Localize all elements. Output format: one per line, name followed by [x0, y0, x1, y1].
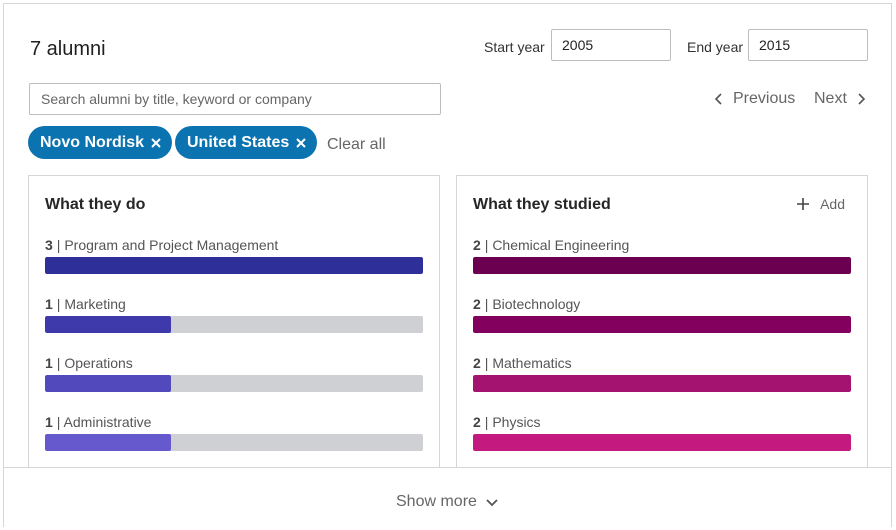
bar-label: | Physics: [484, 414, 541, 430]
bar-fill: [45, 257, 423, 274]
bar-track: [473, 375, 851, 392]
next-label: Next: [814, 90, 847, 107]
bar-track: [473, 434, 851, 451]
bar-track: [45, 257, 423, 274]
previous-label: Previous: [733, 90, 796, 107]
field-of-study-row[interactable]: 2 | Mathematics: [473, 354, 851, 392]
what-they-studied-card: What they studied Add 2 | Chemical Engine…: [456, 175, 868, 470]
previous-button[interactable]: Previous: [713, 90, 795, 108]
clear-all-button[interactable]: Clear all: [327, 136, 386, 154]
bar-track: [473, 316, 851, 333]
bar-fill: [45, 434, 171, 451]
bar-track: [473, 257, 851, 274]
bar-label: | Marketing: [56, 296, 126, 312]
job-function-row[interactable]: 1 | Operations: [45, 354, 423, 392]
bar-track: [45, 375, 423, 392]
bar-label: | Biotechnology: [484, 296, 581, 312]
bar-fill: [45, 375, 171, 392]
add-label: Add: [820, 196, 845, 212]
filter-chip-novo-nordisk[interactable]: Novo Nordisk: [28, 126, 173, 159]
bar-fill: [473, 257, 851, 274]
bar-count: 2: [473, 237, 481, 253]
end-year-label: End year: [687, 39, 744, 55]
bar-label: | Program and Project Management: [56, 237, 279, 253]
bar-fill: [473, 434, 851, 451]
bar-label: | Mathematics: [484, 355, 572, 371]
bar-count: 1: [45, 414, 53, 430]
plus-icon: [797, 198, 810, 210]
next-button[interactable]: Next: [814, 90, 867, 108]
what-they-studied-title: What they studied: [473, 196, 611, 213]
start-year-input[interactable]: [551, 29, 671, 61]
end-year-input[interactable]: [748, 29, 868, 61]
chevron-right-icon: [858, 93, 866, 105]
bar-count: 2: [473, 296, 481, 312]
add-field-button[interactable]: Add: [796, 196, 845, 212]
bar-count: 2: [473, 355, 481, 371]
chip-label: United States: [187, 133, 290, 151]
job-function-row[interactable]: 1 | Marketing: [45, 295, 423, 333]
bar-label: | Operations: [56, 355, 133, 371]
bar-count: 3: [45, 237, 53, 253]
bar-count: 1: [45, 296, 53, 312]
close-icon[interactable]: [150, 137, 162, 149]
what-they-do-card: What they do 3 | Program and Project Mana…: [28, 175, 440, 470]
bar-track: [45, 434, 423, 451]
filter-chip-united-states[interactable]: United States: [175, 126, 318, 159]
chevron-down-icon: [486, 499, 498, 507]
bar-count: 2: [473, 414, 481, 430]
bar-fill: [473, 316, 851, 333]
alumni-count: 7 alumni: [30, 38, 106, 60]
bar-track: [45, 316, 423, 333]
what-they-do-title: What they do: [45, 196, 146, 213]
bar-label: | Chemical Engineering: [484, 237, 630, 253]
bar-count: 1: [45, 355, 53, 371]
close-icon[interactable]: [295, 137, 307, 149]
bar-fill: [473, 375, 851, 392]
job-function-row[interactable]: 1 | Administrative: [45, 413, 423, 451]
bar-label: | Administrative: [56, 414, 152, 430]
start-year-label: Start year: [484, 39, 545, 55]
alumni-panel: 7 alumni Start year End year Previous Ne…: [3, 3, 892, 527]
bar-fill: [45, 316, 171, 333]
show-more-button[interactable]: Show more: [396, 493, 499, 511]
job-function-row[interactable]: 3 | Program and Project Management: [45, 236, 423, 274]
chevron-left-icon: [714, 93, 722, 105]
field-of-study-row[interactable]: 2 | Chemical Engineering: [473, 236, 851, 274]
footer: Show more: [4, 467, 891, 527]
show-more-label: Show more: [396, 493, 477, 510]
search-input[interactable]: [29, 83, 441, 115]
field-of-study-row[interactable]: 2 | Biotechnology: [473, 295, 851, 333]
chip-label: Novo Nordisk: [40, 133, 145, 151]
field-of-study-row[interactable]: 2 | Physics: [473, 413, 851, 451]
